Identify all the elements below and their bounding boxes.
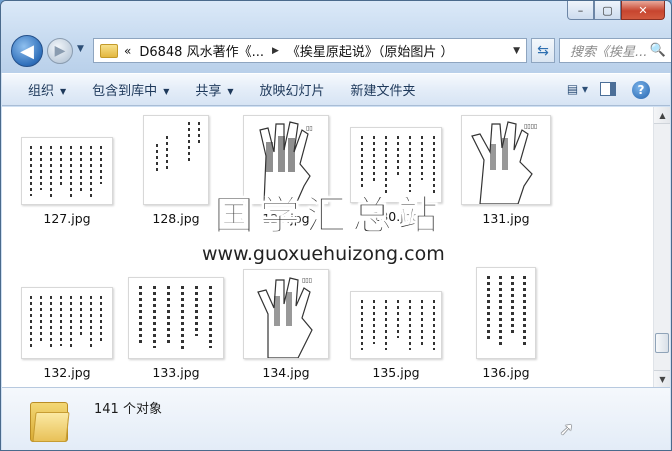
window-chrome: – ▢ ✕ ◀ ▶ ▼ « D6848 风水著作《... ▶ 《挨星原起说》（原… bbox=[1, 1, 671, 73]
view-options-icon: ▤ ▾ bbox=[566, 82, 588, 96]
chevron-down-icon: ▼ bbox=[163, 87, 170, 96]
include-in-library-label: 包含到库中 bbox=[92, 84, 158, 99]
organize-menu[interactable]: 组织 ▼ bbox=[28, 80, 66, 99]
svg-text:▯▯: ▯▯ bbox=[306, 125, 313, 132]
watermark-url: www.guoxuehuizong.com bbox=[202, 243, 445, 265]
refresh-icon: ⇆ bbox=[537, 42, 549, 59]
maximize-button[interactable]: ▢ bbox=[594, 1, 621, 20]
slideshow-label: 放映幻灯片 bbox=[259, 84, 325, 99]
close-button[interactable]: ✕ bbox=[621, 1, 665, 20]
forward-button[interactable]: ▶ bbox=[47, 38, 73, 64]
scrollbar-thumb[interactable] bbox=[655, 333, 669, 353]
file-name: 131.jpg bbox=[482, 211, 530, 226]
svg-text:▯▯▯: ▯▯▯ bbox=[302, 277, 312, 284]
image-thumbnail bbox=[21, 137, 113, 205]
image-thumbnail bbox=[350, 291, 442, 359]
slideshow-button[interactable]: 放映幻灯片 bbox=[260, 80, 325, 99]
vertical-scrollbar[interactable]: ▲ ▼ bbox=[653, 107, 670, 387]
file-item-135[interactable]: 135.jpg bbox=[346, 291, 446, 380]
address-segment-current[interactable]: 《挨星原起说》（原始图片 ） bbox=[287, 41, 454, 60]
mouse-cursor-icon: ➚ bbox=[559, 419, 575, 440]
share-menu[interactable]: 共享 ▼ bbox=[195, 80, 233, 99]
file-item-132[interactable]: 132.jpg bbox=[17, 287, 117, 380]
address-segment-parent[interactable]: D6848 风水著作《... bbox=[139, 41, 264, 60]
file-item-131[interactable]: ▯▯▯▯ 131.jpg bbox=[456, 115, 556, 226]
back-arrow-icon: ◀ bbox=[20, 40, 34, 62]
chevron-down-icon: ▼ bbox=[227, 87, 234, 96]
search-input[interactable]: 搜索《挨星... 🔍 bbox=[559, 38, 671, 63]
address-separator-icon[interactable]: ▶ bbox=[272, 46, 279, 56]
image-thumbnail: ▯▯▯ bbox=[243, 269, 329, 359]
file-name: 132.jpg bbox=[43, 365, 91, 380]
recent-pages-dropdown[interactable]: ▼ bbox=[77, 44, 84, 54]
address-overflow-chevron[interactable]: « bbox=[124, 44, 131, 58]
address-dropdown-icon[interactable]: ▼ bbox=[513, 46, 520, 56]
back-button[interactable]: ◀ bbox=[11, 35, 43, 67]
forward-arrow-icon: ▶ bbox=[54, 43, 66, 59]
file-item-128[interactable]: 128.jpg bbox=[126, 115, 226, 226]
file-name: 135.jpg bbox=[372, 365, 420, 380]
scroll-up-arrow-icon[interactable]: ▲ bbox=[654, 107, 670, 124]
file-name: 133.jpg bbox=[152, 365, 200, 380]
image-thumbnail bbox=[476, 267, 536, 359]
organize-label: 组织 bbox=[28, 84, 55, 99]
address-bar[interactable]: « D6848 风水著作《... ▶ 《挨星原起说》（原始图片 ） ▼ bbox=[93, 38, 527, 63]
file-item-136[interactable]: 136.jpg bbox=[456, 267, 556, 380]
svg-text:▯▯▯▯: ▯▯▯▯ bbox=[524, 123, 537, 130]
file-item-134[interactable]: ▯▯▯ 134.jpg bbox=[236, 269, 336, 380]
refresh-button[interactable]: ⇆ bbox=[531, 38, 555, 63]
file-name: 128.jpg bbox=[152, 211, 200, 226]
file-item-133[interactable]: 133.jpg bbox=[126, 277, 226, 380]
image-thumbnail bbox=[21, 287, 113, 359]
image-thumbnail: ▯▯▯▯ bbox=[461, 115, 551, 205]
watermark-title: 国学汇总站 bbox=[214, 193, 444, 240]
search-placeholder: 搜索《挨星... bbox=[570, 45, 648, 60]
chevron-down-icon: ▼ bbox=[60, 87, 67, 96]
minimize-button[interactable]: – bbox=[567, 1, 594, 20]
command-bar: 组织 ▼ 包含到库中 ▼ 共享 ▼ 放映幻灯片 新建文件夹 ▤ ▾ ? bbox=[2, 73, 670, 106]
file-name: 136.jpg bbox=[482, 365, 530, 380]
new-folder-button[interactable]: 新建文件夹 bbox=[351, 80, 416, 99]
folder-icon bbox=[100, 43, 118, 58]
file-list[interactable]: 127.jpg 128.jpg ▯▯ 129.jpg 130.jpg ▯▯▯▯ … bbox=[2, 107, 670, 387]
file-item-127[interactable]: 127.jpg bbox=[17, 137, 117, 226]
include-in-library-menu[interactable]: 包含到库中 ▼ bbox=[92, 80, 169, 99]
item-count: 141 个对象 bbox=[94, 402, 162, 417]
image-thumbnail bbox=[128, 277, 224, 359]
help-button[interactable]: ? bbox=[632, 81, 650, 99]
preview-pane-button[interactable] bbox=[600, 82, 616, 96]
explorer-window: – ▢ ✕ ◀ ▶ ▼ « D6848 风水著作《... ▶ 《挨星原起说》（原… bbox=[0, 0, 672, 451]
change-view-button[interactable]: ▤ ▾ bbox=[567, 82, 588, 96]
scroll-down-arrow-icon[interactable]: ▼ bbox=[654, 370, 670, 387]
caption-buttons: – ▢ ✕ bbox=[567, 1, 665, 21]
navigation-bar: ◀ ▶ ▼ « D6848 风水著作《... ▶ 《挨星原起说》（原始图片 ） … bbox=[11, 35, 671, 67]
folder-icon bbox=[30, 398, 70, 442]
search-icon[interactable]: 🔍 bbox=[650, 43, 666, 58]
file-name: 127.jpg bbox=[43, 211, 91, 226]
new-folder-label: 新建文件夹 bbox=[350, 84, 416, 99]
file-name: 134.jpg bbox=[262, 365, 310, 380]
image-thumbnail bbox=[143, 115, 209, 205]
share-label: 共享 bbox=[195, 84, 222, 99]
